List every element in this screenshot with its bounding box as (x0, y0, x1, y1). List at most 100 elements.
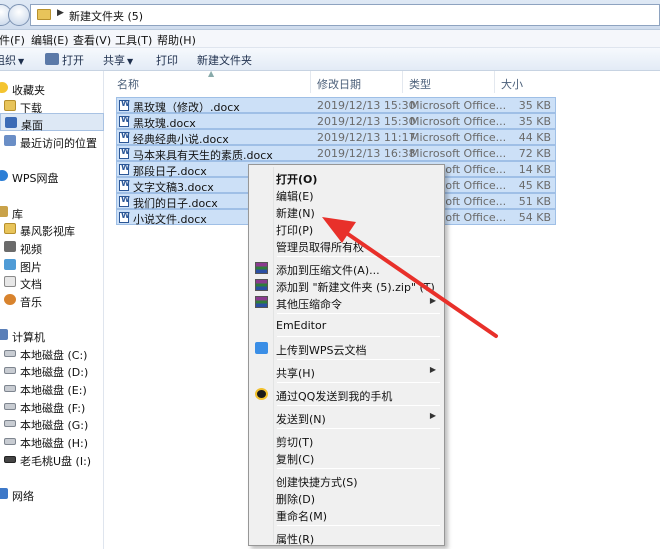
sidebar-item-label: 收藏夹 (12, 84, 45, 97)
wps-cloud-icon (255, 342, 268, 354)
menu-tools[interactable]: 工具(T) (115, 32, 152, 48)
sidebar-item-videos[interactable]: 视频 (0, 238, 104, 256)
sidebar-item-favorites[interactable]: 收藏夹 (0, 79, 104, 97)
file-size: 14 KB (518, 163, 551, 176)
menu-item-print[interactable]: 打印(P) (251, 220, 442, 237)
file-row[interactable]: 经典经典小说.docx 2019/12/13 11:17 Microsoft O… (116, 129, 556, 146)
menu-item-label: 新建(N) (276, 207, 315, 220)
new-folder-button[interactable]: 新建文件夹 (197, 52, 252, 68)
menu-item-label: 创建快捷方式(S) (276, 476, 358, 489)
disk-icon (4, 385, 16, 392)
menu-item-copy[interactable]: 复制(C) (251, 449, 442, 466)
submenu-arrow-icon: ▶ (429, 365, 436, 374)
menu-separator (277, 382, 440, 383)
print-button[interactable]: 打印 (156, 52, 178, 68)
column-header-type[interactable]: 类型 (409, 71, 431, 93)
open-button[interactable]: 打开 (62, 52, 84, 68)
folder-icon (4, 100, 16, 111)
menu-item-new[interactable]: 新建(N) (251, 203, 442, 220)
menu-item-share[interactable]: 共享(H) ▶ (251, 363, 442, 380)
sidebar-item-drive-f[interactable]: 本地磁盘 (F:) (0, 397, 104, 415)
column-header-name[interactable]: 名称 (117, 71, 139, 93)
share-label: 共享 (103, 54, 125, 67)
menu-item-open[interactable]: 打开(O) (251, 169, 442, 186)
menu-item-add-to-archive[interactable]: 添加到压缩文件(A)... (251, 260, 442, 277)
network-icon (0, 488, 8, 499)
menu-item-label: 上传到WPS云文档 (276, 344, 367, 357)
menu-item-rename[interactable]: 重命名(M) (251, 506, 442, 523)
sidebar-item-label: WPS网盘 (12, 172, 59, 185)
menu-separator (277, 256, 440, 257)
column-divider[interactable] (402, 71, 403, 93)
column-divider[interactable] (494, 71, 495, 93)
menu-help[interactable]: 帮助(H) (157, 32, 196, 48)
sidebar-item-label: 本地磁盘 (G:) (20, 419, 89, 432)
menu-item-edit[interactable]: 编辑(E) (251, 186, 442, 203)
sidebar-item-music[interactable]: 音乐 (0, 291, 104, 309)
file-date: 2019/12/13 15:30 (317, 115, 416, 128)
address-bar-row: ▶ 新建文件夹 (5) (0, 0, 660, 30)
sidebar-item-label: 本地磁盘 (E:) (20, 384, 87, 397)
menu-item-create-shortcut[interactable]: 创建快捷方式(S) (251, 472, 442, 489)
sidebar-item-label: 视频 (20, 243, 42, 256)
sidebar-item-drive-e[interactable]: 本地磁盘 (E:) (0, 379, 104, 397)
menu-item-upload-wps[interactable]: 上传到WPS云文档 (251, 340, 442, 357)
winrar-icon (255, 296, 268, 308)
sidebar-item-baofeng-library[interactable]: 暴风影视库 (0, 220, 104, 238)
file-size: 51 KB (518, 195, 551, 208)
menu-view[interactable]: 查看(V) (73, 32, 111, 48)
column-header-date[interactable]: 修改日期 (317, 71, 361, 93)
sidebar-item-pictures[interactable]: 图片 (0, 256, 104, 274)
sidebar-item-drive-g[interactable]: 本地磁盘 (G:) (0, 414, 104, 432)
context-menu: 打开(O) 编辑(E) 新建(N) 打印(P) 管理员取得所有权 添加到压缩文件… (248, 164, 445, 546)
sidebar-item-network[interactable]: 网络 (0, 485, 104, 503)
sort-ascending-icon: ▲ (208, 69, 215, 78)
sidebar-item-desktop[interactable]: 桌面 (0, 113, 104, 132)
wps-cloud-icon (0, 170, 8, 181)
menu-item-delete[interactable]: 删除(D) (251, 489, 442, 506)
column-divider[interactable] (310, 71, 311, 93)
star-icon (0, 82, 8, 93)
menu-item-cut[interactable]: 剪切(T) (251, 432, 442, 449)
sidebar-item-drive-c[interactable]: 本地磁盘 (C:) (0, 344, 104, 362)
sidebar-item-label: 老毛桃U盘 (I:) (20, 455, 92, 468)
library-icon (0, 206, 8, 217)
menu-item-label: 其他压缩命令 (276, 298, 342, 311)
word-document-icon (119, 131, 130, 143)
file-row[interactable]: 马本来具有天生的素质.docx 2019/12/13 16:38 Microso… (116, 145, 556, 162)
menu-item-label: 属性(R) (276, 533, 315, 546)
documents-icon (4, 276, 16, 287)
menu-item-emeditor[interactable]: EmEditor (251, 317, 442, 334)
file-row[interactable]: 黑玫瑰.docx 2019/12/13 15:30 Microsoft Offi… (116, 113, 556, 130)
file-row[interactable]: 黑玫瑰（修改）.docx 2019/12/13 15:30 Microsoft … (116, 97, 556, 114)
menu-item-send-via-qq[interactable]: 通过QQ发送到我的手机 (251, 386, 442, 403)
chevron-down-icon: ▼ (127, 57, 134, 66)
menu-item-properties[interactable]: 属性(R) (251, 529, 442, 546)
menu-file[interactable]: 件(F) (0, 32, 25, 48)
sidebar-item-usb-drive-i[interactable]: 老毛桃U盘 (I:) (0, 450, 104, 468)
breadcrumb-chevron-icon[interactable]: ▶ (57, 8, 64, 18)
sidebar-item-computer[interactable]: 计算机 (0, 326, 104, 344)
sidebar-item-recent-places[interactable]: 最近访问的位置 (0, 132, 104, 150)
sidebar-item-libraries[interactable]: 库 (0, 203, 104, 221)
sidebar-item-drive-h[interactable]: 本地磁盘 (H:) (0, 432, 104, 450)
forward-button[interactable] (8, 4, 30, 26)
computer-icon (0, 329, 8, 340)
share-button[interactable]: 共享 ▼ (103, 52, 133, 68)
menu-edit[interactable]: 编辑(E) (31, 32, 69, 48)
address-bar[interactable]: ▶ 新建文件夹 (5) (30, 4, 660, 26)
organize-button[interactable]: 组织▼ (0, 52, 24, 68)
menu-item-add-to-zip[interactable]: 添加到 "新建文件夹 (5).zip" (T) (251, 277, 442, 294)
menu-item-other-compress[interactable]: 其他压缩命令 ▶ (251, 294, 442, 311)
menu-item-label: 通过QQ发送到我的手机 (276, 390, 393, 403)
menu-item-take-ownership[interactable]: 管理员取得所有权 (251, 237, 442, 254)
menu-item-label: 重命名(M) (276, 510, 328, 523)
menu-item-label: 发送到(N) (276, 413, 326, 426)
sidebar-item-wps-cloud[interactable]: WPS网盘 (0, 167, 104, 185)
menu-item-send-to[interactable]: 发送到(N) ▶ (251, 409, 442, 426)
file-type: Microsoft Office... (410, 131, 507, 144)
column-header-size[interactable]: 大小 (501, 71, 523, 93)
sidebar-item-drive-d[interactable]: 本地磁盘 (D:) (0, 361, 104, 379)
sidebar-item-documents[interactable]: 文档 (0, 273, 104, 291)
breadcrumb-current-folder[interactable]: 新建文件夹 (5) (69, 8, 143, 24)
